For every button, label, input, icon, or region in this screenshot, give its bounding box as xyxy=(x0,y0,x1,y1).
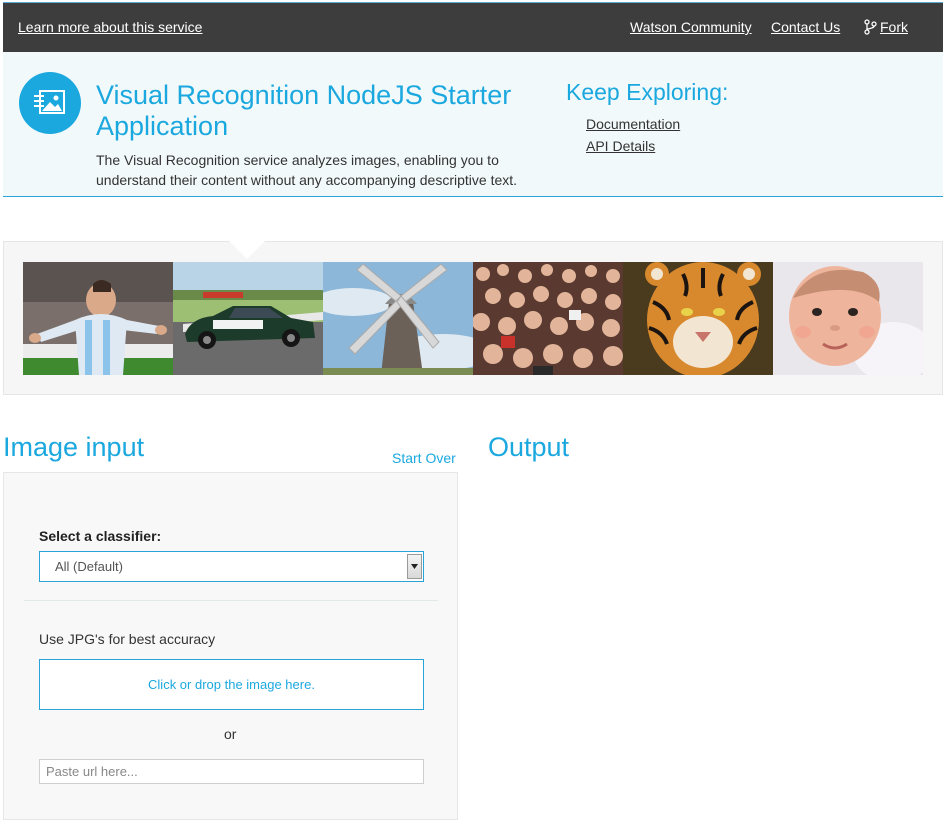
sample-image-gallery xyxy=(3,241,943,395)
classifier-select[interactable]: All (Default) xyxy=(39,551,424,582)
contact-us-link[interactable]: Contact Us xyxy=(771,19,840,35)
classifier-label: Select a classifier: xyxy=(39,528,162,544)
classifier-select-value: All (Default) xyxy=(55,559,123,574)
api-details-link[interactable]: API Details xyxy=(586,138,655,154)
top-nav-bar: Learn more about this service Watson Com… xyxy=(3,2,943,52)
image-input-panel: Select a classifier: All (Default) Use J… xyxy=(3,472,458,820)
output-heading: Output xyxy=(488,432,570,462)
fork-icon xyxy=(863,19,877,35)
sample-image-soccer-player[interactable] xyxy=(23,262,173,375)
fork-label: Fork xyxy=(880,19,908,35)
learn-more-link[interactable]: Learn more about this service xyxy=(18,19,202,35)
chevron-down-icon[interactable] xyxy=(407,554,422,579)
panel-divider xyxy=(24,600,438,601)
selection-notch xyxy=(229,241,265,259)
visual-recognition-logo-icon xyxy=(19,72,81,134)
fork-link[interactable]: Fork xyxy=(863,19,908,35)
sample-image-race-car[interactable] xyxy=(173,262,323,375)
sample-image-crowd[interactable] xyxy=(473,262,623,375)
jpg-accuracy-note: Use JPG's for best accuracy xyxy=(39,631,216,647)
watson-community-link[interactable]: Watson Community xyxy=(630,19,752,35)
hero-header: Visual Recognition NodeJS Starter Applic… xyxy=(3,52,943,197)
sample-image-tiger[interactable] xyxy=(623,262,773,375)
image-url-input[interactable] xyxy=(39,759,424,784)
or-separator: or xyxy=(224,726,237,742)
image-dropzone[interactable]: Click or drop the image here. xyxy=(39,659,424,710)
image-input-heading: Image input xyxy=(3,432,145,462)
documentation-link[interactable]: Documentation xyxy=(586,116,680,132)
start-over-link[interactable]: Start Over xyxy=(392,450,456,466)
page-title: Visual Recognition NodeJS Starter Applic… xyxy=(96,80,512,141)
page-description: The Visual Recognition service analyzes … xyxy=(96,152,518,188)
sample-image-windmill[interactable] xyxy=(323,262,473,375)
keep-exploring-heading: Keep Exploring: xyxy=(566,79,729,105)
sample-image-baby[interactable] xyxy=(773,262,923,375)
